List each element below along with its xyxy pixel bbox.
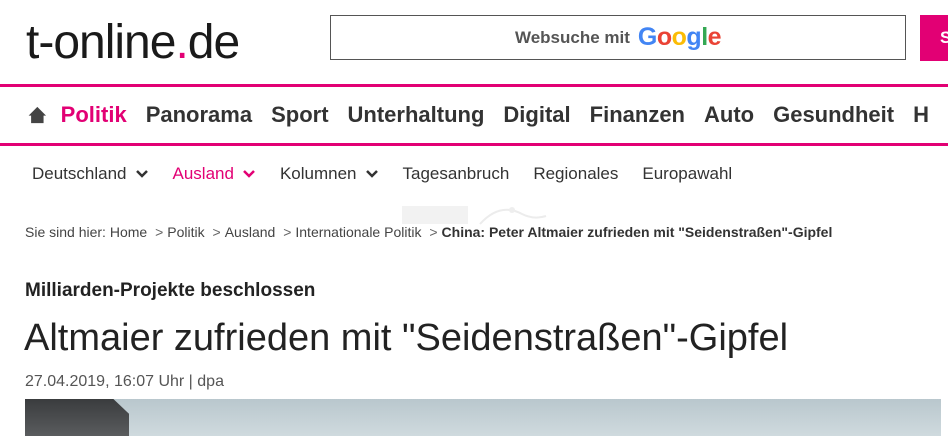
article-meta: 27.04.2019, 16:07 Uhr | dpa — [25, 373, 224, 390]
web-search-box[interactable]: Websuche mit Google — [330, 15, 906, 60]
home-icon[interactable] — [28, 100, 47, 130]
nav-item-panorama[interactable]: Panorama — [146, 102, 252, 128]
breadcrumb-ausland[interactable]: Ausland — [225, 224, 276, 240]
breadcrumb-prefix: Sie sind hier: — [25, 224, 106, 240]
logo-dot: . — [175, 16, 188, 69]
site-header: t-online.de Websuche mit Google S — [0, 0, 948, 86]
nav-item-auto[interactable]: Auto — [704, 102, 754, 128]
site-logo[interactable]: t-online.de — [26, 10, 240, 76]
breadcrumb-separator: > — [155, 224, 164, 240]
search-label: Websuche mit — [514, 27, 630, 47]
chevron-down-icon — [243, 170, 255, 178]
chevron-down-icon — [135, 170, 148, 178]
breadcrumb-separator: > — [212, 224, 221, 240]
breadcrumb-separator: > — [429, 224, 438, 240]
subnav-item-europawahl[interactable]: Europawahl — [642, 164, 732, 184]
nav-item-sport[interactable]: Sport — [271, 102, 328, 128]
subnav-item-deutschland[interactable]: Deutschland — [32, 164, 149, 184]
main-navigation: Politik Panorama Sport Unterhaltung Digi… — [0, 87, 948, 143]
logo-tld-text: de — [187, 16, 240, 69]
nav-item-finanzen[interactable]: Finanzen — [590, 102, 685, 128]
logo-main-text: t-online — [26, 16, 176, 69]
subnav-item-ausland[interactable]: Ausland — [173, 164, 256, 184]
nav-item-politik[interactable]: Politik — [61, 102, 127, 128]
breadcrumb-home[interactable]: Home — [110, 224, 147, 240]
google-logo: Google — [637, 23, 722, 51]
breadcrumb-separator: > — [283, 224, 292, 240]
sub-navigation: Deutschland Ausland Kolumnen Tagesanbruc… — [32, 146, 756, 202]
breadcrumb-politik[interactable]: Politik — [167, 224, 204, 240]
nav-item-truncated[interactable]: H — [913, 102, 929, 128]
nav-item-gesundheit[interactable]: Gesundheit — [773, 102, 894, 128]
nav-item-digital[interactable]: Digital — [503, 102, 570, 128]
search-button[interactable]: S — [920, 15, 948, 61]
article-headline: Altmaier zufrieden mit "Seidenstraßen"-G… — [24, 317, 789, 359]
subnav-item-kolumnen[interactable]: Kolumnen — [280, 164, 379, 184]
breadcrumb-current: China: Peter Altmaier zufrieden mit "Sei… — [441, 224, 833, 240]
chevron-down-icon — [365, 170, 378, 178]
nav-item-unterhaltung[interactable]: Unterhaltung — [348, 102, 485, 128]
article-kicker: Milliarden-Projekte beschlossen — [25, 280, 316, 301]
breadcrumb-internationale-politik[interactable]: Internationale Politik — [295, 224, 421, 240]
hero-image-building — [25, 399, 129, 436]
subnav-item-regionales[interactable]: Regionales — [533, 164, 618, 184]
article-hero-image[interactable] — [25, 399, 941, 436]
subnav-item-tagesanbruch[interactable]: Tagesanbruch — [403, 164, 510, 184]
breadcrumb: Sie sind hier: Home > Politik > Ausland > I… — [25, 224, 832, 240]
